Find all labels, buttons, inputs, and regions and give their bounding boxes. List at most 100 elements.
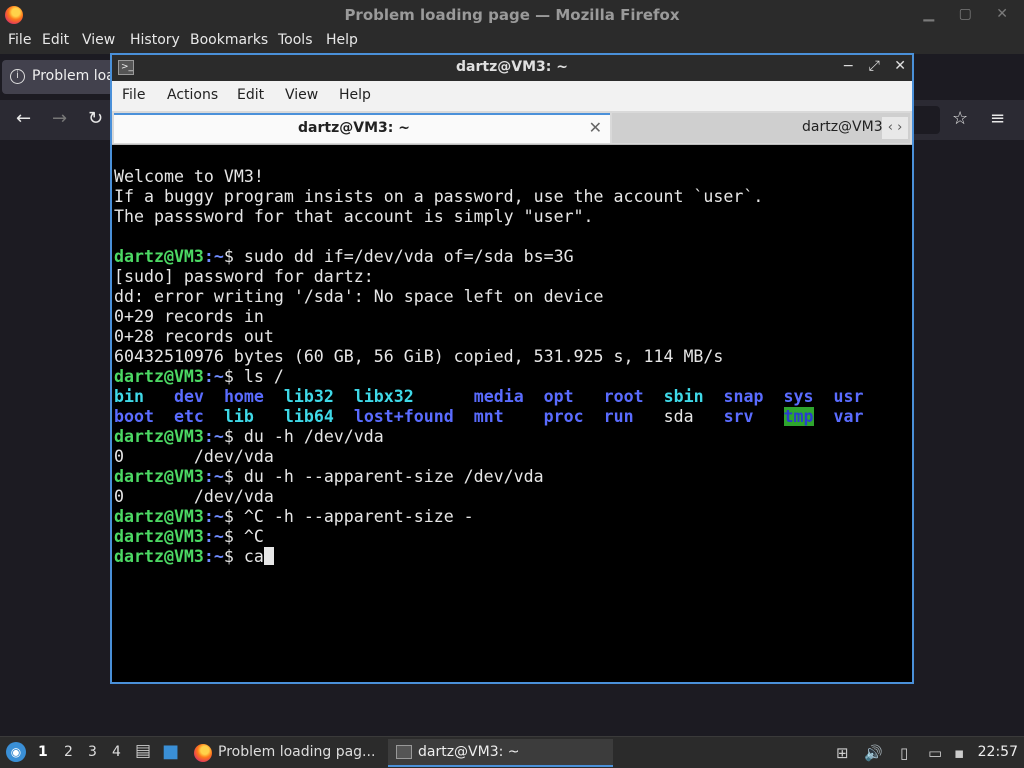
maximize-icon[interactable]: ⤢ <box>869 58 880 74</box>
firefox-menu-tools[interactable]: Tools <box>278 32 313 48</box>
workspace-3[interactable]: 3 <box>88 744 97 760</box>
workspace-1[interactable]: 1 <box>38 744 48 760</box>
terminal-menu-help[interactable]: Help <box>339 87 371 103</box>
bookmark-star-icon[interactable]: ☆ <box>952 108 968 129</box>
ls-entry: mnt <box>473 407 504 426</box>
ls-output-row: boot etc lib lib64 lost+found mnt proc r… <box>114 407 910 427</box>
ls-entry: lib64 <box>283 407 334 426</box>
network-icon[interactable]: ▭ <box>928 744 942 762</box>
ls-entry: var <box>833 407 864 426</box>
clipboard-icon[interactable]: ▯ <box>900 744 908 762</box>
minimize-icon[interactable]: − <box>842 58 854 74</box>
output-line: The passsword for that account is simply… <box>114 207 594 226</box>
ls-entry: snap <box>723 387 764 406</box>
ls-entry: home <box>223 387 264 406</box>
tab-close-icon[interactable]: ✕ <box>589 118 602 137</box>
command-text: ca <box>243 547 264 566</box>
terminal-menu-file[interactable]: File <box>122 87 145 103</box>
output-line: 60432510976 bytes (60 GB, 56 GiB) copied… <box>114 347 724 366</box>
taskbar: ◉ 1 2 3 4 ▤ ■ Problem loading pag... dar… <box>0 736 1024 768</box>
close-icon[interactable]: ✕ <box>894 58 906 74</box>
firefox-menubar: File Edit View History Bookmarks Tools H… <box>0 30 1024 54</box>
file-manager-icon[interactable]: ▤ <box>135 741 151 761</box>
ls-entry: boot <box>114 407 154 426</box>
prompt-symbol: $ <box>223 467 244 486</box>
ls-entry: media <box>473 387 524 406</box>
ls-output-row: bin dev home lib32 libx32 media opt root… <box>114 387 910 407</box>
ls-entry: dev <box>173 387 204 406</box>
firefox-window-controls[interactable]: ▁ ▢ ✕ <box>923 6 1018 22</box>
terminal-tab-label: dartz@VM3: ~ <box>298 120 410 136</box>
terminal-window: >_ dartz@VM3: ~ − ⤢ ✕ File Actions Edit … <box>110 53 914 684</box>
prompt-symbol: $ <box>223 547 244 566</box>
desktop-icon[interactable]: ■ <box>162 741 179 762</box>
clock[interactable]: 22:57 <box>978 744 1018 760</box>
ls-entry: sda <box>663 407 694 426</box>
output-line: Welcome to VM3! <box>114 167 264 186</box>
terminal-tab-inactive[interactable]: dartz@VM3: ~ ‹ › <box>612 113 910 143</box>
ls-entry: lost+found <box>353 407 454 426</box>
output-line: 0+28 records out <box>114 327 274 346</box>
prompt-symbol: $ <box>223 527 244 546</box>
terminal-output[interactable]: Welcome to VM3! If a buggy program insist… <box>114 147 910 682</box>
output-line: 0 /dev/vda <box>114 487 274 506</box>
ls-entry: lib32 <box>283 387 334 406</box>
taskbar-terminal-label: dartz@VM3: ~ <box>418 744 520 760</box>
command-line: dartz@VM3:~$ du -h /dev/vda <box>114 427 910 447</box>
output-line: [sudo] password for dartz: <box>114 267 374 286</box>
taskbar-firefox-label: Problem loading pag... <box>218 744 376 760</box>
terminal-menu-actions[interactable]: Actions <box>167 87 218 103</box>
screenshot-icon[interactable]: ⊞ <box>836 744 849 762</box>
ls-entry: sys <box>783 387 814 406</box>
update-icon[interactable]: ▪ <box>954 744 964 762</box>
forward-arrow-icon[interactable]: → <box>52 108 67 129</box>
start-menu-icon[interactable]: ◉ <box>6 742 26 762</box>
terminal-titlebar[interactable]: >_ dartz@VM3: ~ − ⤢ ✕ <box>112 55 912 81</box>
ls-entry: tmp <box>783 407 814 426</box>
firefox-menu-file[interactable]: File <box>8 32 31 48</box>
tab-scroll-arrows-icon[interactable]: ‹ › <box>882 117 908 139</box>
prompt-user: dartz@VM3 <box>114 467 204 486</box>
command-line-current: dartz@VM3:~$ ca <box>114 547 910 567</box>
firefox-icon <box>194 744 212 762</box>
command-line: dartz@VM3:~$ ^C -h --apparent-size - <box>114 507 910 527</box>
taskbar-firefox[interactable]: Problem loading pag... <box>190 739 385 767</box>
firefox-tab-label: Problem loa <box>32 68 115 84</box>
ls-entry: srv <box>723 407 754 426</box>
command-line: dartz@VM3:~$ sudo dd if=/dev/vda of=/sda… <box>114 247 910 267</box>
terminal-tab-active[interactable]: dartz@VM3: ~ ✕ <box>114 113 610 143</box>
terminal-menu-view[interactable]: View <box>285 87 318 103</box>
prompt-user: dartz@VM3 <box>114 507 204 526</box>
firefox-tab[interactable]: i Problem loa <box>2 60 122 94</box>
output-line: If a buggy program insists on a password… <box>114 187 764 206</box>
prompt-user: dartz@VM3 <box>114 427 204 446</box>
reload-icon[interactable]: ↻ <box>88 108 103 129</box>
prompt-path: :~ <box>203 507 224 526</box>
workspace-2[interactable]: 2 <box>64 744 73 760</box>
text-cursor <box>263 547 274 565</box>
info-icon: i <box>10 69 25 84</box>
command-text: du -h --apparent-size /dev/vda <box>243 467 544 486</box>
firefox-menu-history[interactable]: History <box>130 32 180 48</box>
ls-entry: lib <box>223 407 254 426</box>
terminal-window-title: dartz@VM3: ~ <box>456 59 568 75</box>
firefox-menu-help[interactable]: Help <box>326 32 358 48</box>
firefox-menu-view[interactable]: View <box>82 32 115 48</box>
firefox-menu-edit[interactable]: Edit <box>42 32 69 48</box>
workspace-4[interactable]: 4 <box>112 744 121 760</box>
terminal-window-controls: − ⤢ ✕ <box>832 58 906 74</box>
firefox-titlebar: Problem loading page — Mozilla Firefox ▁… <box>0 0 1024 30</box>
back-arrow-icon[interactable]: ← <box>16 108 31 129</box>
prompt-user: dartz@VM3 <box>114 547 204 566</box>
taskbar-terminal[interactable]: dartz@VM3: ~ <box>388 739 613 767</box>
firefox-menu-bookmarks[interactable]: Bookmarks <box>190 32 268 48</box>
hamburger-menu-icon[interactable]: ≡ <box>990 108 1005 129</box>
terminal-menu-edit[interactable]: Edit <box>237 87 264 103</box>
ls-entry: proc <box>543 407 584 426</box>
prompt-path: :~ <box>203 527 224 546</box>
volume-icon[interactable]: 🔊 <box>864 744 883 762</box>
ls-entry: run <box>603 407 634 426</box>
command-text: ^C <box>243 527 264 546</box>
prompt-path: :~ <box>203 547 224 566</box>
